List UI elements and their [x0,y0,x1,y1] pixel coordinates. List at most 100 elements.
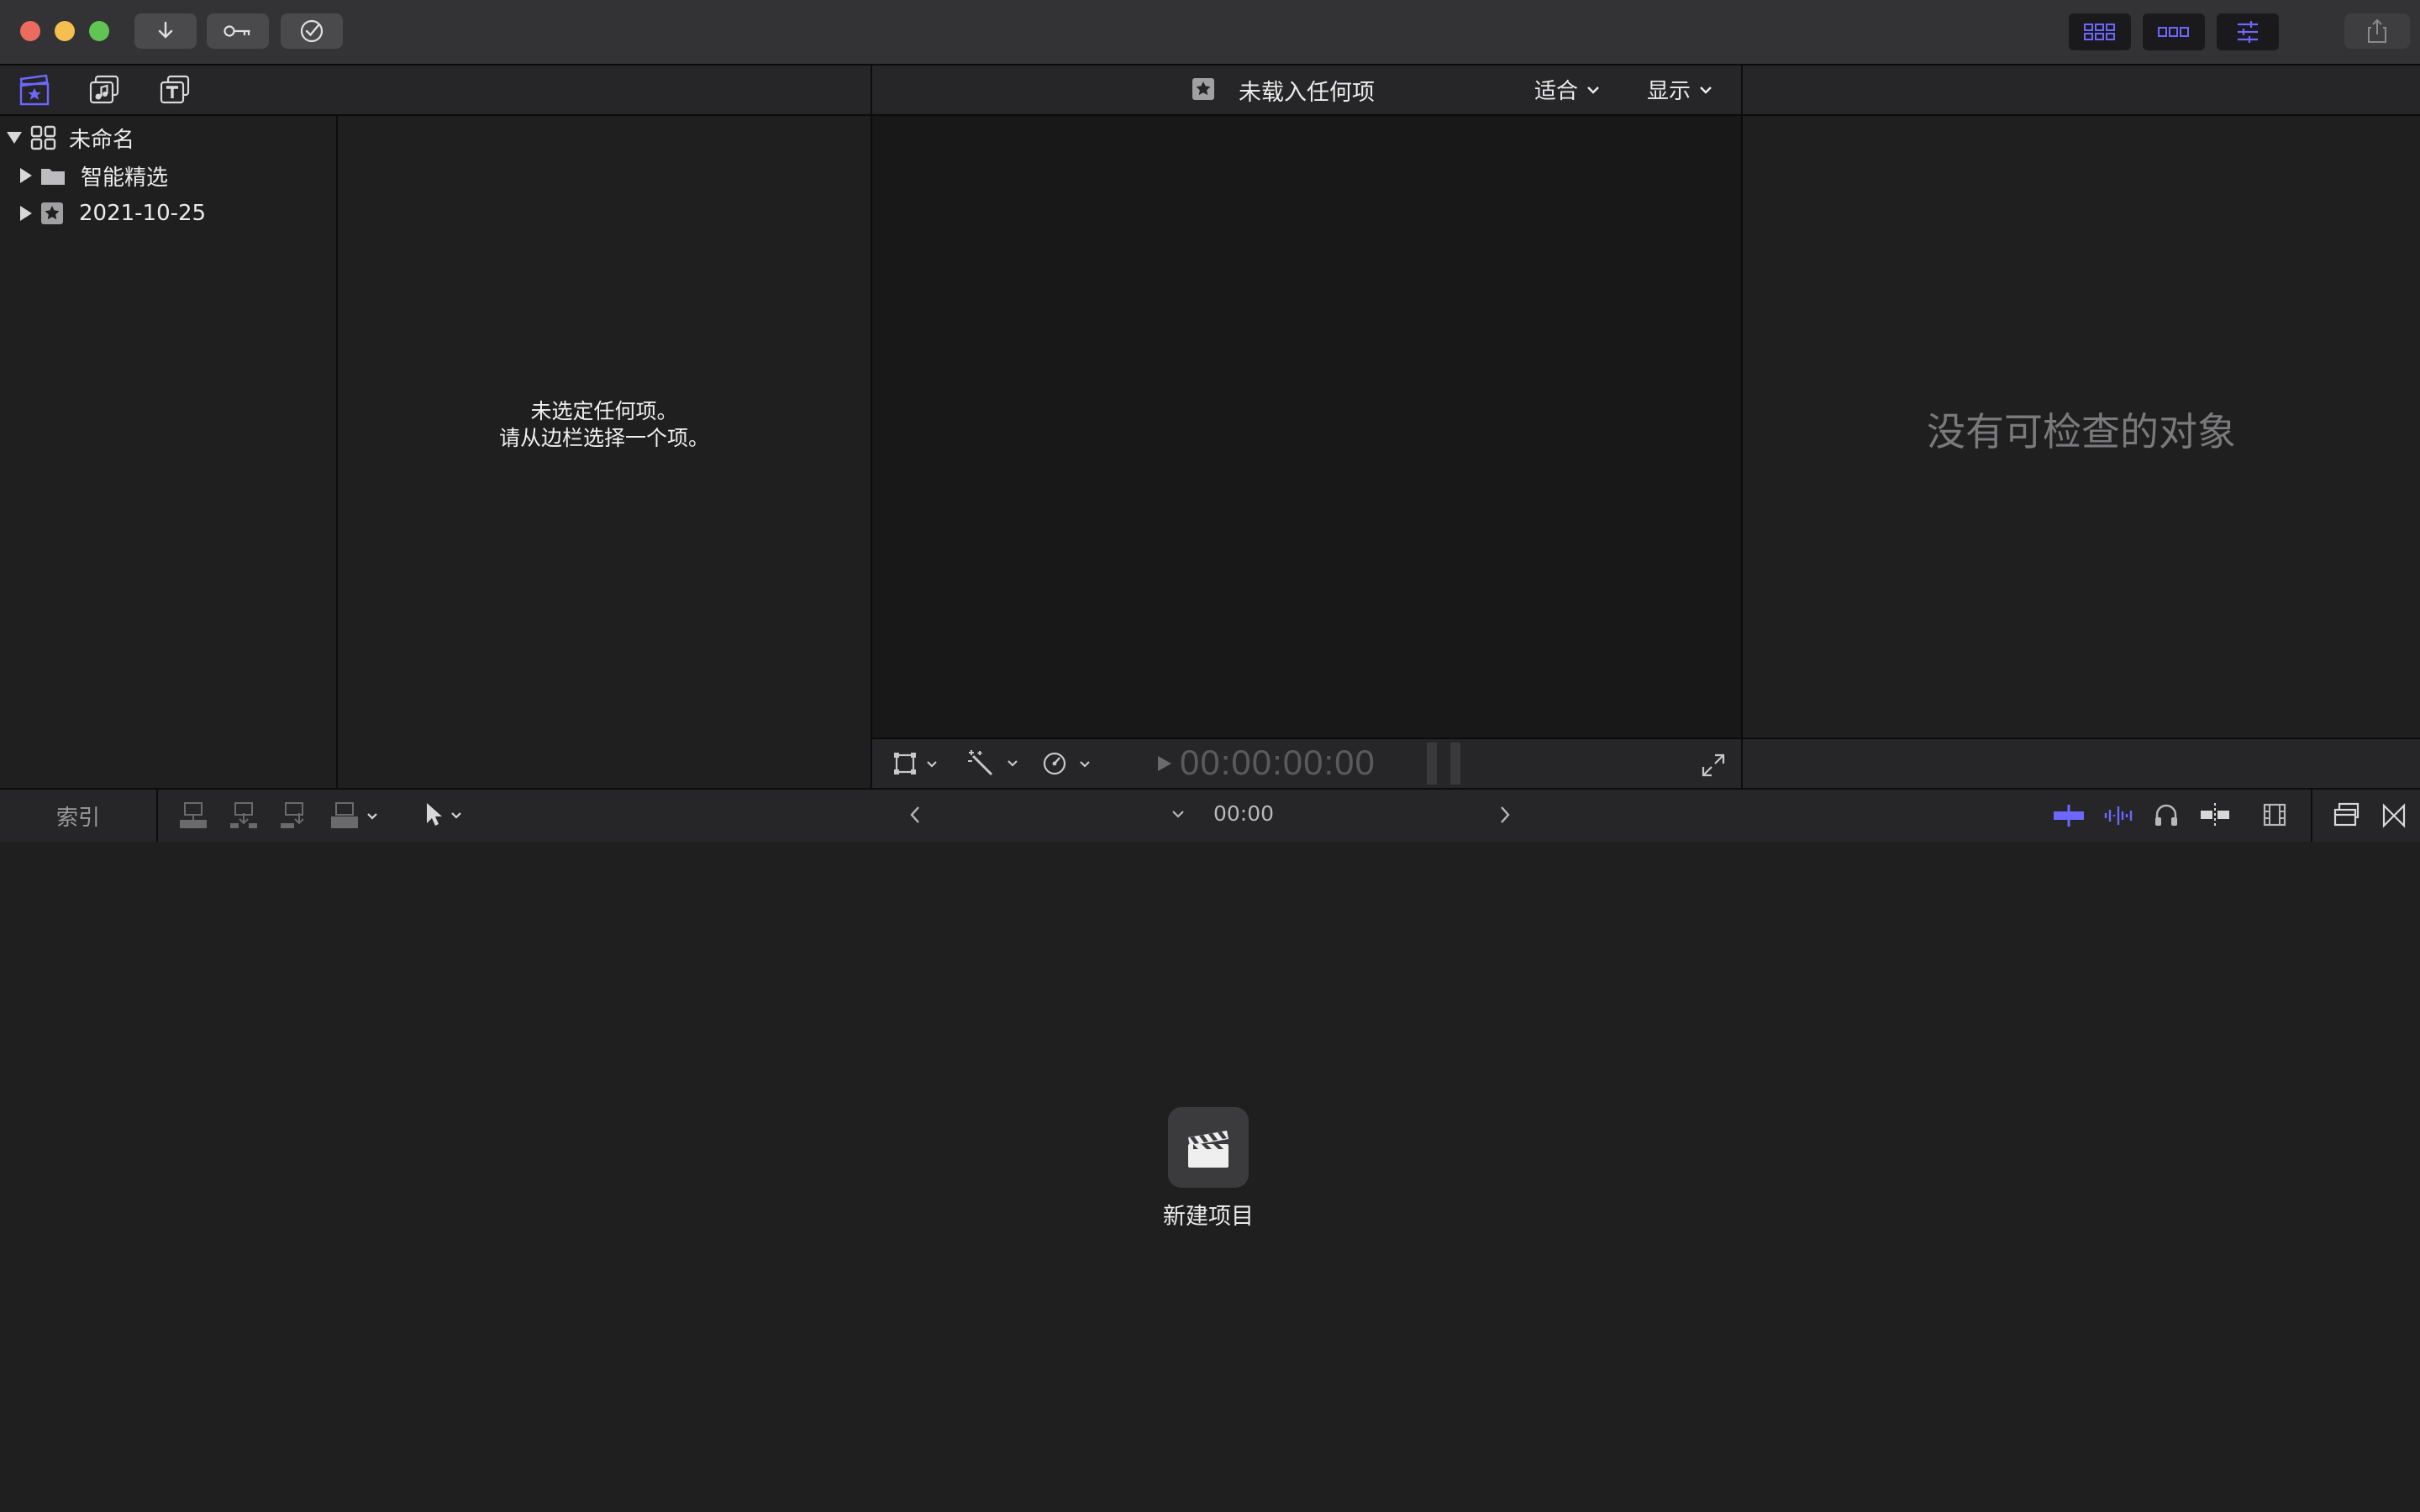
snapping-icon [2201,803,2229,827]
bowtie-transition-icon [2382,803,2406,828]
panel-header-strip: 未载入任何项 适合 显示 [0,66,2420,116]
share-icon [2368,18,2386,43]
keywords-button[interactable] [207,13,269,49]
viewer-title: 未载入任何项 [1239,80,1375,106]
expand-icon [1702,753,1725,777]
timeline-timecode: 00:00 [1213,801,1275,826]
library-name: 未命名 [69,127,135,153]
new-project-label: 新建项目 [1163,1204,1254,1230]
snapping-button[interactable] [2198,801,2232,828]
connect-clip-icon [180,802,207,828]
chevron-down-icon [1172,811,1184,818]
stacked-windows-icon [2333,802,2360,827]
inspector-panel: 没有可检查的对象 [1743,116,2420,738]
insert-clip-button[interactable] [229,801,259,830]
project-history-dropdown[interactable] [1171,810,1185,818]
sidebar-item-label: 智能精选 [81,165,169,191]
solo-button[interactable] [2153,801,2180,828]
magic-wand-icon [968,750,993,776]
timeline-index-button[interactable]: 索引 [0,790,156,842]
titles-icon [160,75,190,104]
video-skimming-button[interactable] [2052,803,2086,828]
viewer-timecode[interactable]: 00:00:00:00 [1180,743,1376,783]
timeline-icon [2158,27,2189,37]
chevron-down-icon [1700,86,1712,94]
photos-music-icon [89,75,119,104]
chevron-left-icon [910,806,919,823]
arrow-pointer-icon [427,803,442,826]
sidebar-item-smart-collections[interactable]: 智能精选 [20,157,168,194]
import-button[interactable] [134,13,197,49]
speedometer-icon [1043,752,1066,775]
fit-zoom-dropdown[interactable]: 适合 [1534,74,1600,105]
titles-generators-tab[interactable] [158,74,192,106]
close-window-button[interactable] [20,21,40,41]
transitions-browser-button[interactable] [2381,803,2407,828]
connect-clip-button[interactable] [178,801,208,830]
libraries-sidebar: 未命名 智能精选 2021-10-25 [0,116,336,788]
star-clip-icon [1192,78,1214,100]
sidebar-item-event[interactable]: 2021-10-25 [20,195,206,232]
fit-label: 适合 [1534,79,1579,104]
show-inspector-button[interactable] [2217,13,2279,50]
audio-skimming-button[interactable] [2102,803,2136,828]
folder-icon [41,169,65,185]
retime-dropdown[interactable] [1042,751,1091,776]
chevron-down-icon [1007,759,1018,767]
libraries-tab[interactable] [18,74,50,106]
display-label: 显示 [1647,79,1691,104]
filmstrip-icon [2263,803,2286,827]
sliders-icon [2238,21,2258,43]
audio-meter-left [1427,743,1437,785]
photos-audio-tab[interactable] [87,74,121,106]
disclosure-triangle-closed-icon[interactable] [20,168,32,183]
background-tasks-button[interactable] [281,13,343,49]
display-options-dropdown[interactable]: 显示 [1647,74,1712,105]
inspector-empty-message: 没有可检查的对象 [1927,409,2236,454]
library-row[interactable]: 未命名 [7,119,134,156]
timeline-forward-button[interactable] [1497,805,1512,825]
timeline-index-toggle-button[interactable] [2333,801,2361,828]
chevron-right-icon [1501,806,1510,823]
chevron-down-icon [927,760,937,768]
inspector-footer [1743,738,2420,790]
minimize-window-button[interactable] [55,21,75,41]
new-project-button[interactable] [1168,1107,1249,1188]
chevron-down-icon [1587,86,1599,94]
disclosure-triangle-closed-icon[interactable] [20,206,32,221]
append-clip-button[interactable] [279,801,309,830]
overwrite-clip-dropdown[interactable] [329,801,378,830]
overwrite-clip-icon [331,802,358,828]
library-grid-icon [30,125,56,150]
index-divider [156,790,158,842]
show-browser-button[interactable] [2069,13,2131,50]
key-icon [224,25,250,37]
checkmark-circle-icon [300,19,324,43]
chevron-down-icon [451,811,461,819]
transform-tool-dropdown[interactable] [892,751,938,776]
zoom-window-button[interactable] [89,21,109,41]
title-bar [0,0,2420,66]
viewer-event-icon [1192,77,1215,101]
share-button[interactable] [2344,13,2410,49]
event-star-icon [41,202,63,224]
insert-clip-icon [230,802,257,828]
play-button[interactable] [1156,754,1173,773]
timeline-toolbar: 索引 00:00 [0,788,2420,843]
append-clip-icon [281,802,304,828]
disclosure-triangle-open-icon[interactable] [7,132,22,144]
download-arrow-icon [158,21,173,39]
audio-waveform-icon [2104,806,2133,825]
timeline-back-button[interactable] [908,805,923,825]
clip-appearance-button[interactable] [2262,801,2287,828]
enhance-dropdown[interactable] [966,749,1018,776]
viewer-canvas [872,116,1741,738]
clapperboard-icon [1188,1131,1228,1168]
fullscreen-button[interactable] [1701,753,1726,778]
show-timeline-button[interactable] [2143,13,2205,50]
browser-message-line1: 未选定任何项。 [530,399,678,423]
select-tool-dropdown[interactable] [424,801,462,828]
clapper-star-icon [19,74,50,106]
browser-grid-icon [2084,24,2115,40]
skimming-icon [2054,805,2084,827]
